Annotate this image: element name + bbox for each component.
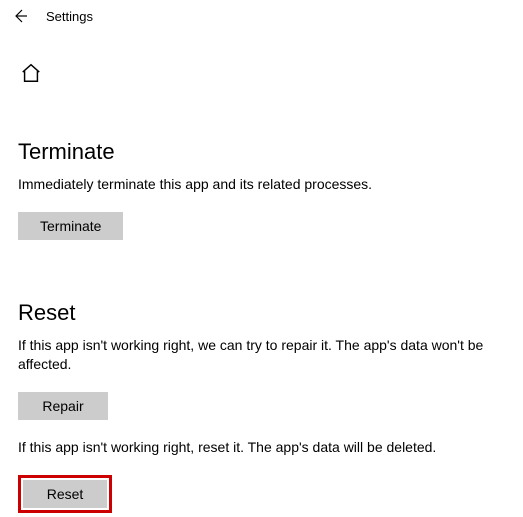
- reset-section: Reset If this app isn't working right, w…: [18, 300, 505, 513]
- terminate-button[interactable]: Terminate: [18, 212, 123, 240]
- page-title: Settings: [46, 9, 93, 24]
- terminate-section: Terminate Immediately terminate this app…: [18, 139, 505, 240]
- terminate-heading: Terminate: [18, 139, 505, 165]
- reset-heading: Reset: [18, 300, 505, 326]
- reset-button[interactable]: Reset: [23, 480, 107, 508]
- home-row: [0, 32, 523, 89]
- reset-desc: If this app isn't working right, reset i…: [18, 438, 505, 457]
- reset-button-highlight: Reset: [18, 475, 112, 513]
- content-area: Terminate Immediately terminate this app…: [0, 89, 523, 513]
- repair-desc: If this app isn't working right, we can …: [18, 336, 505, 374]
- terminate-desc: Immediately terminate this app and its r…: [18, 175, 505, 194]
- repair-button[interactable]: Repair: [18, 392, 108, 420]
- title-bar: Settings: [0, 0, 523, 32]
- back-icon[interactable]: [12, 8, 28, 24]
- home-icon[interactable]: [20, 62, 42, 84]
